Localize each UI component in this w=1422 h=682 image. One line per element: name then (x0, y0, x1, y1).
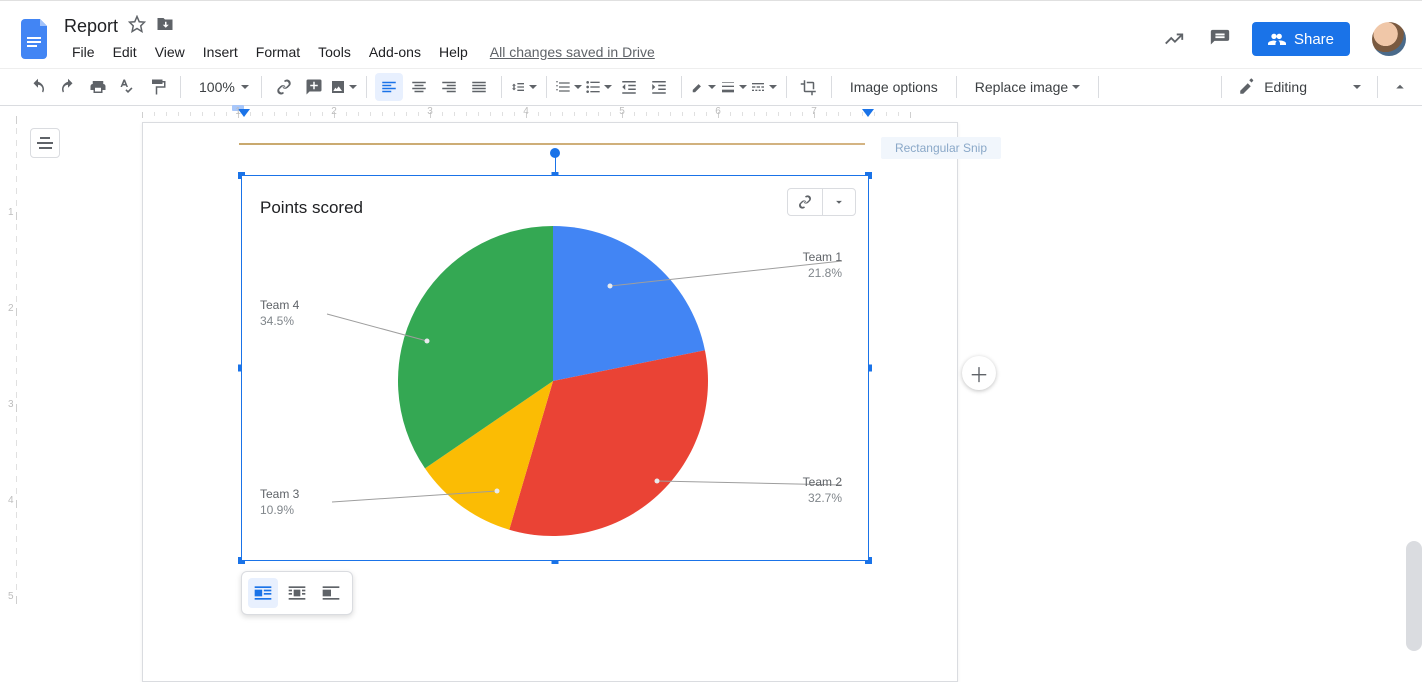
editing-mode-button[interactable]: Editing (1230, 74, 1369, 100)
decrease-indent-button[interactable] (615, 73, 643, 101)
chart-linked-icon[interactable] (788, 189, 823, 215)
image-wrap-toolbar (241, 571, 353, 615)
chart-link-chip (787, 188, 856, 216)
svg-text:Team 2: Team 2 (803, 475, 843, 489)
chart-options-dropdown[interactable] (823, 190, 855, 214)
numbered-list-button[interactable] (555, 73, 583, 101)
horizontal-rule (239, 143, 865, 145)
chart-title: Points scored (260, 198, 363, 218)
document-canvas: 12345 1234567 Rectangular Snip Points sc… (0, 106, 1422, 679)
menu-addons[interactable]: Add-ons (361, 40, 429, 64)
menu-help[interactable]: Help (431, 40, 476, 64)
zoom-select[interactable]: 100% (189, 77, 253, 97)
replace-image-button[interactable]: Replace image (965, 73, 1090, 101)
align-right-button[interactable] (435, 73, 463, 101)
border-weight-button[interactable] (720, 73, 748, 101)
rotate-handle[interactable] (550, 148, 560, 158)
undo-button[interactable] (24, 73, 52, 101)
vertical-ruler: 12345 (0, 106, 16, 679)
vertical-scrollbar[interactable] (1406, 541, 1422, 651)
align-left-button[interactable] (375, 73, 403, 101)
svg-text:Team 3: Team 3 (260, 487, 300, 501)
svg-text:Team 4: Team 4 (260, 298, 300, 312)
menu-bar: File Edit View Insert Format Tools Add-o… (64, 40, 1160, 64)
save-status[interactable]: All changes saved in Drive (490, 44, 655, 60)
collapse-toolbar-button[interactable] (1386, 73, 1414, 101)
border-color-button[interactable] (690, 73, 718, 101)
svg-text:21.8%: 21.8% (808, 266, 842, 280)
bulleted-list-button[interactable] (585, 73, 613, 101)
document-page[interactable]: Rectangular Snip Points scored Team 121.… (142, 122, 958, 682)
move-to-folder-icon[interactable] (156, 15, 174, 38)
zoom-value: 100% (199, 79, 235, 95)
wrap-text-button[interactable] (282, 578, 312, 608)
add-comment-floating-button[interactable]: ＋ (962, 356, 996, 390)
svg-text:Team 1: Team 1 (803, 250, 843, 264)
snip-hint: Rectangular Snip (881, 137, 1001, 159)
insert-image-button[interactable] (330, 73, 358, 101)
menu-format[interactable]: Format (248, 40, 308, 64)
align-justify-button[interactable] (465, 73, 493, 101)
docs-logo[interactable] (16, 15, 56, 63)
crop-button[interactable] (795, 73, 823, 101)
outline-toggle-button[interactable] (30, 128, 60, 158)
share-label: Share (1294, 31, 1334, 48)
print-button[interactable] (84, 73, 112, 101)
increase-indent-button[interactable] (645, 73, 673, 101)
star-icon[interactable] (128, 15, 146, 38)
wrap-break-button[interactable] (316, 578, 346, 608)
comments-icon[interactable] (1206, 25, 1234, 53)
menu-insert[interactable]: Insert (195, 40, 246, 64)
redo-button[interactable] (54, 73, 82, 101)
border-dash-button[interactable] (750, 73, 778, 101)
add-comment-button[interactable] (300, 73, 328, 101)
menu-edit[interactable]: Edit (105, 40, 145, 64)
wrap-inline-button[interactable] (248, 578, 278, 608)
align-center-button[interactable] (405, 73, 433, 101)
toolbar: 100% Image options Replace image Editing (0, 68, 1422, 106)
app-header: Report File Edit View Insert Format Tool… (0, 4, 1422, 68)
image-options-button[interactable]: Image options (840, 73, 948, 101)
doc-title[interactable]: Report (64, 16, 118, 37)
menu-file[interactable]: File (64, 40, 103, 64)
svg-text:32.7%: 32.7% (808, 491, 842, 505)
svg-text:34.5%: 34.5% (260, 314, 294, 328)
svg-text:10.9%: 10.9% (260, 503, 294, 517)
chart-content: Points scored Team 1 21.8% Team 2 32.7% Team… (242, 176, 868, 560)
share-button[interactable]: Share (1252, 22, 1350, 56)
line-spacing-button[interactable] (510, 73, 538, 101)
insert-link-button[interactable] (270, 73, 298, 101)
menu-tools[interactable]: Tools (310, 40, 359, 64)
right-indent-marker[interactable] (862, 109, 874, 117)
account-avatar[interactable] (1372, 22, 1406, 56)
editing-mode-label: Editing (1264, 79, 1307, 95)
pie-chart (398, 226, 708, 536)
horizontal-ruler: 1234567 (16, 106, 1422, 122)
activity-icon[interactable] (1160, 25, 1188, 53)
spellcheck-button[interactable] (114, 73, 142, 101)
paint-format-button[interactable] (144, 73, 172, 101)
menu-view[interactable]: View (147, 40, 193, 64)
selected-chart-object[interactable]: Points scored Team 1 21.8% Team 2 32.7% Team… (241, 175, 869, 561)
